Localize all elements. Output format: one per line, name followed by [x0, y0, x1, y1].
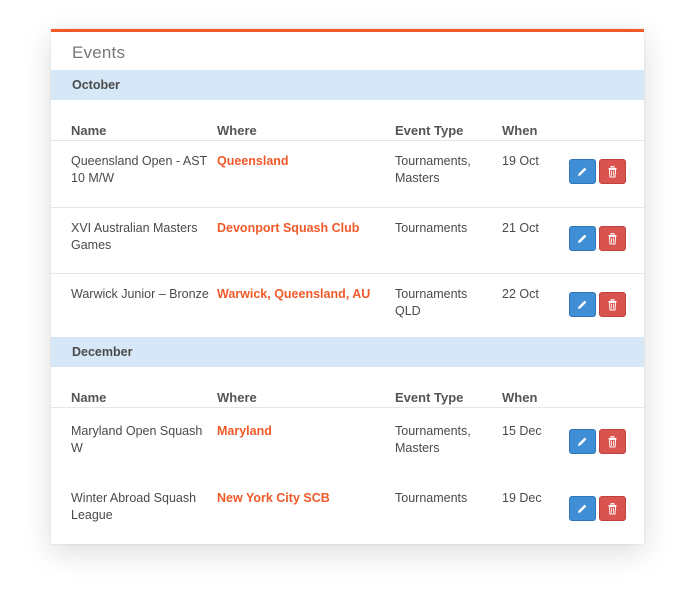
column-header-when: When: [502, 123, 538, 138]
trash-icon: [608, 435, 617, 447]
event-type: Tournaments, Masters: [395, 424, 471, 455]
event-name: Queensland Open - AST 10 M/W: [71, 154, 207, 185]
event-location-link[interactable]: Devonport Squash Club: [217, 220, 389, 237]
event-location-link[interactable]: Warwick, Queensland, AU: [217, 286, 389, 303]
delete-button[interactable]: [599, 292, 626, 317]
event-name: Warwick Junior – Bronze: [71, 287, 209, 301]
event-type: Tournaments QLD: [395, 287, 468, 318]
event-type: Tournaments: [395, 491, 468, 505]
column-header-name: Name: [71, 123, 107, 138]
event-name: XVI Australian Masters Games: [71, 221, 198, 252]
month-header-december: December: [51, 337, 644, 367]
delete-button[interactable]: [599, 226, 626, 251]
event-date: 19 Dec: [502, 491, 542, 505]
edit-button[interactable]: [569, 429, 596, 454]
row-divider: [51, 207, 644, 208]
delete-button[interactable]: [599, 496, 626, 521]
event-date: 22 Oct: [502, 287, 539, 301]
pencil-icon: [578, 504, 587, 513]
pencil-icon: [578, 437, 587, 446]
delete-button[interactable]: [599, 159, 626, 184]
header-divider: [51, 140, 644, 141]
column-header-name: Name: [71, 390, 107, 405]
edit-button[interactable]: [569, 159, 596, 184]
column-header-event-type: Event Type: [395, 123, 464, 138]
trash-icon: [608, 232, 617, 244]
event-type: Tournaments: [395, 221, 468, 235]
event-date: 15 Dec: [502, 424, 542, 438]
row-divider: [51, 273, 644, 274]
event-name: Maryland Open Squash W: [71, 424, 203, 455]
edit-button[interactable]: [569, 226, 596, 251]
delete-button[interactable]: [599, 429, 626, 454]
trash-icon: [608, 298, 617, 310]
panel-title: Events: [72, 43, 126, 62]
column-header-when: When: [502, 390, 538, 405]
event-date: 19 Oct: [502, 154, 539, 168]
edit-button[interactable]: [569, 292, 596, 317]
event-type: Tournaments, Masters: [395, 154, 471, 185]
column-header-event-type: Event Type: [395, 390, 464, 405]
event-location-link[interactable]: New York City SCB: [217, 490, 389, 507]
event-name: Winter Abroad Squash League: [71, 491, 197, 522]
event-location-link[interactable]: Maryland: [217, 423, 389, 440]
edit-button[interactable]: [569, 496, 596, 521]
event-location-link[interactable]: Queensland: [217, 153, 389, 170]
month-header-october: October: [51, 70, 644, 100]
pencil-icon: [578, 300, 587, 309]
month-label: October: [72, 78, 120, 92]
column-header-where: Where: [217, 123, 257, 138]
column-header-where: Where: [217, 390, 257, 405]
month-label: December: [72, 345, 133, 359]
header-divider: [51, 407, 644, 408]
trash-icon: [608, 165, 617, 177]
pencil-icon: [578, 234, 587, 243]
pencil-icon: [578, 167, 587, 176]
events-panel: Events October Name Where Event Type Whe…: [51, 29, 644, 544]
event-date: 21 Oct: [502, 221, 539, 235]
trash-icon: [608, 502, 617, 514]
